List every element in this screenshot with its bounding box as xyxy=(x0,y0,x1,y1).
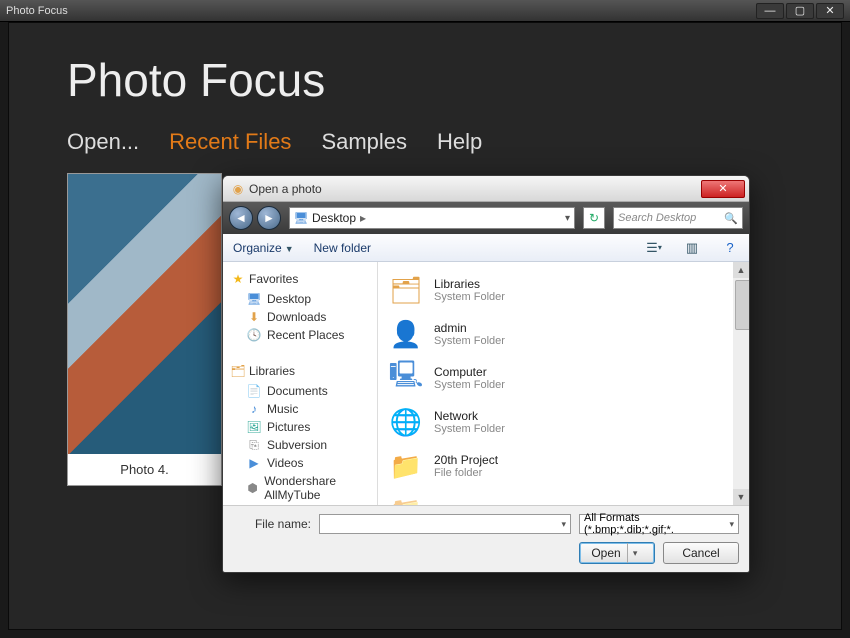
tab-samples[interactable]: Samples xyxy=(321,129,407,155)
file-type-filter[interactable]: All Formats (*.bmp;*.dib;*.gif;*. ▾ xyxy=(579,514,739,534)
app-titlebar: Photo Focus — ▢ ✕ xyxy=(0,0,850,22)
sidebar-item-videos[interactable]: ▶Videos xyxy=(231,454,369,472)
new-folder-button[interactable]: New folder xyxy=(314,241,371,255)
nav-forward-button[interactable]: ► xyxy=(257,206,281,230)
sidebar-item-subversion[interactable]: ⎘Subversion xyxy=(231,436,369,454)
search-input[interactable]: Search Desktop 🔍 xyxy=(613,207,743,229)
maximize-button[interactable]: ▢ xyxy=(786,3,814,19)
app-icon: ◉ xyxy=(231,182,245,196)
view-options-button[interactable]: ☰▾ xyxy=(645,239,663,257)
navigation-sidebar: ★ Favorites 🖥Desktop ⬇Downloads 🕓Recent … xyxy=(223,262,378,505)
organize-menu[interactable]: Organize▼ xyxy=(233,241,294,255)
refresh-button[interactable]: ↻ xyxy=(583,207,605,229)
filter-dropdown-icon[interactable]: ▾ xyxy=(729,519,734,530)
star-icon: ★ xyxy=(231,272,245,286)
sidebar-item-downloads[interactable]: ⬇Downloads xyxy=(231,308,369,326)
photo-thumbnail[interactable]: Photo 4. xyxy=(67,173,222,486)
open-button[interactable]: Open ▾ xyxy=(579,542,655,564)
recent-icon: 🕓 xyxy=(247,328,261,342)
file-row[interactable]: 📁 200+ App Review Sites xyxy=(388,488,749,505)
libraries-icon: 🗂 xyxy=(231,364,245,378)
cancel-button[interactable]: Cancel xyxy=(663,542,739,564)
user-folder-icon: 👤 xyxy=(388,316,424,352)
chevron-right-icon: ▸ xyxy=(360,211,366,225)
file-row[interactable]: 🖳 ComputerSystem Folder xyxy=(388,356,749,400)
search-icon: 🔍 xyxy=(724,212,738,225)
dialog-toolbar: Organize▼ New folder ☰▾ ▥ ? xyxy=(223,234,749,262)
pictures-icon: 🖼 xyxy=(247,420,261,434)
libraries-folder-icon: 🗂 xyxy=(388,272,424,308)
folder-icon: 📁 xyxy=(388,448,424,484)
computer-icon: 🖳 xyxy=(388,360,424,396)
network-icon: 🌐 xyxy=(388,404,424,440)
file-row[interactable]: 🌐 NetworkSystem Folder xyxy=(388,400,749,444)
preview-pane-button[interactable]: ▥ xyxy=(683,239,701,257)
sidebar-item-recent-places[interactable]: 🕓Recent Places xyxy=(231,326,369,344)
sidebar-item-music[interactable]: ♪Music xyxy=(231,400,369,418)
file-list-scrollbar[interactable]: ▲ ▼ xyxy=(733,262,749,505)
desktop-icon: 🖥 xyxy=(247,292,261,306)
open-file-dialog: ◉ Open a photo ✕ ◄ ► 🖥 Desktop ▸ ▾ ↻ Sea… xyxy=(222,175,750,573)
file-name-input[interactable]: ▾ xyxy=(319,514,571,534)
scroll-up-icon[interactable]: ▲ xyxy=(733,262,749,278)
file-list: 🗂 LibrariesSystem Folder 👤 adminSystem F… xyxy=(378,262,749,505)
scroll-thumb[interactable] xyxy=(735,280,749,330)
tab-recent-files[interactable]: Recent Files xyxy=(169,129,291,155)
app-heading: Photo Focus xyxy=(9,23,841,107)
folder-icon: 📁 xyxy=(388,492,424,505)
sidebar-item-wondershare[interactable]: ⬢Wondershare AllMyTube xyxy=(231,472,369,504)
open-split-dropdown[interactable]: ▾ xyxy=(627,543,643,563)
dialog-title: Open a photo xyxy=(249,182,322,196)
breadcrumb-dropdown-icon[interactable]: ▾ xyxy=(565,213,570,224)
breadcrumb-location: Desktop xyxy=(312,211,356,225)
file-row[interactable]: 👤 adminSystem Folder xyxy=(388,312,749,356)
file-name-label: File name: xyxy=(233,517,311,531)
dialog-close-button[interactable]: ✕ xyxy=(701,180,745,198)
sidebar-group-libraries[interactable]: 🗂 Libraries xyxy=(231,364,369,378)
thumbnail-image xyxy=(68,174,221,454)
documents-icon: 📄 xyxy=(247,384,261,398)
close-button[interactable]: ✕ xyxy=(816,3,844,19)
scroll-down-icon[interactable]: ▼ xyxy=(733,489,749,505)
sidebar-item-pictures[interactable]: 🖼Pictures xyxy=(231,418,369,436)
downloads-icon: ⬇ xyxy=(247,310,261,324)
nav-back-button[interactable]: ◄ xyxy=(229,206,253,230)
music-icon: ♪ xyxy=(247,402,261,416)
tab-help[interactable]: Help xyxy=(437,129,482,155)
file-row[interactable]: 📁 20th ProjectFile folder xyxy=(388,444,749,488)
breadcrumb[interactable]: 🖥 Desktop ▸ ▾ xyxy=(289,207,575,229)
dialog-nav-bar: ◄ ► 🖥 Desktop ▸ ▾ ↻ Search Desktop 🔍 xyxy=(223,202,749,234)
desktop-icon: 🖥 xyxy=(294,211,308,225)
sidebar-group-favorites[interactable]: ★ Favorites xyxy=(231,272,369,286)
dialog-titlebar: ◉ Open a photo ✕ xyxy=(223,176,749,202)
tab-open[interactable]: Open... xyxy=(67,129,139,155)
subversion-icon: ⎘ xyxy=(247,438,261,452)
sidebar-item-desktop[interactable]: 🖥Desktop xyxy=(231,290,369,308)
file-row[interactable]: 🗂 LibrariesSystem Folder xyxy=(388,268,749,312)
filename-dropdown-icon[interactable]: ▾ xyxy=(561,519,566,530)
search-placeholder: Search Desktop xyxy=(618,212,696,224)
dialog-footer: File name: ▾ All Formats (*.bmp;*.dib;*.… xyxy=(223,506,749,572)
thumbnail-caption: Photo 4. xyxy=(68,454,221,485)
sidebar-item-documents[interactable]: 📄Documents xyxy=(231,382,369,400)
app-folder-icon: ⬢ xyxy=(247,481,258,495)
main-tabs: Open... Recent Files Samples Help xyxy=(9,107,841,155)
minimize-button[interactable]: — xyxy=(756,3,784,19)
dialog-main: ★ Favorites 🖥Desktop ⬇Downloads 🕓Recent … xyxy=(223,262,749,506)
videos-icon: ▶ xyxy=(247,456,261,470)
app-window-title: Photo Focus xyxy=(6,5,68,17)
help-icon[interactable]: ? xyxy=(721,239,739,257)
